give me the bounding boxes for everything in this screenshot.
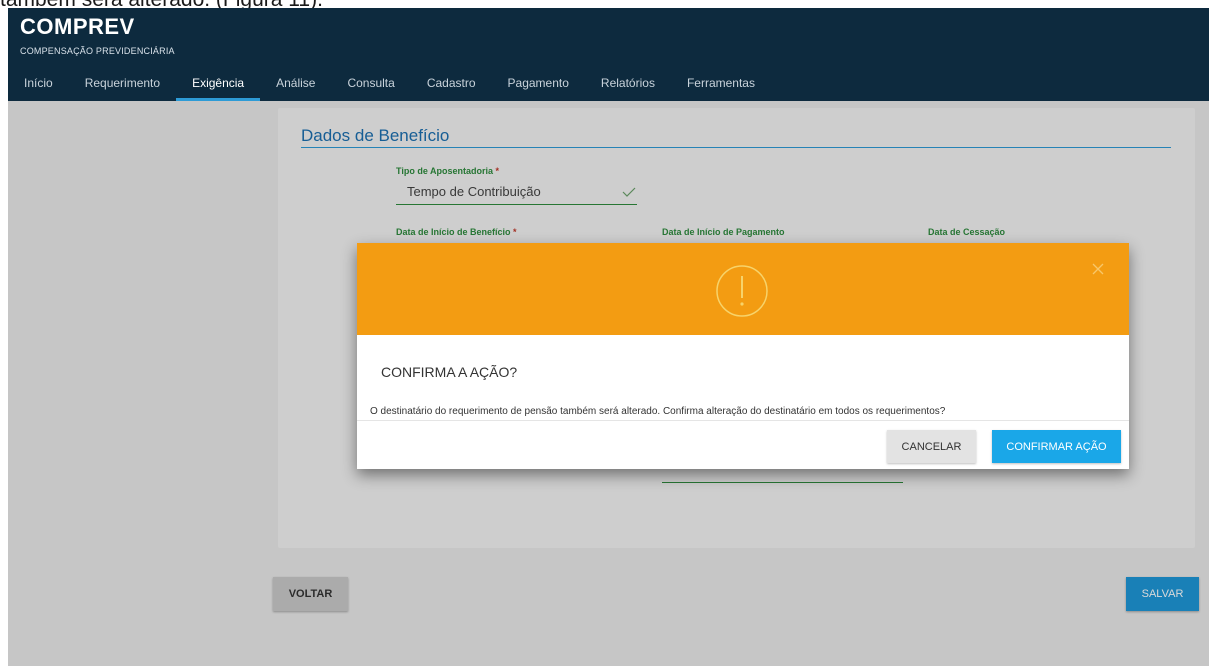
nav-item-analise[interactable]: Análise <box>260 70 331 101</box>
warning-icon <box>716 265 768 317</box>
dialog-title: CONFIRMA A AÇÃO? <box>381 364 518 380</box>
nav-item-exigencia[interactable]: Exigência <box>176 70 261 101</box>
dialog-message: O destinatário do requerimento de pensão… <box>370 406 946 417</box>
close-icon[interactable] <box>1091 262 1105 276</box>
cancel-button[interactable]: CANCELAR <box>887 430 976 463</box>
nav-item-relatorios[interactable]: Relatórios <box>585 70 671 101</box>
confirm-dialog: CONFIRMA A AÇÃO? O destinatário do reque… <box>357 243 1129 469</box>
brand-title: COMPREV <box>20 14 135 39</box>
dialog-divider <box>357 420 1129 421</box>
main-nav: Início Requerimento Exigência Análise Co… <box>8 70 771 101</box>
brand-subtitle: COMPENSAÇÃO PREVIDENCIÁRIA <box>20 46 175 56</box>
nav-item-ferramentas[interactable]: Ferramentas <box>671 70 771 101</box>
nav-item-cadastro[interactable]: Cadastro <box>411 70 492 101</box>
nav-item-consulta[interactable]: Consulta <box>331 70 410 101</box>
nav-item-inicio[interactable]: Início <box>8 70 69 101</box>
nav-item-requerimento[interactable]: Requerimento <box>69 70 176 101</box>
dialog-header <box>357 243 1129 335</box>
confirm-action-button[interactable]: CONFIRMAR AÇÃO <box>992 430 1121 463</box>
nav-item-pagamento[interactable]: Pagamento <box>492 70 585 101</box>
top-bar: COMPREV COMPENSAÇÃO PREVIDENCIÁRIA Iníci… <box>8 8 1209 101</box>
document-caption: também será alterado. (Figura 11). <box>0 0 323 11</box>
